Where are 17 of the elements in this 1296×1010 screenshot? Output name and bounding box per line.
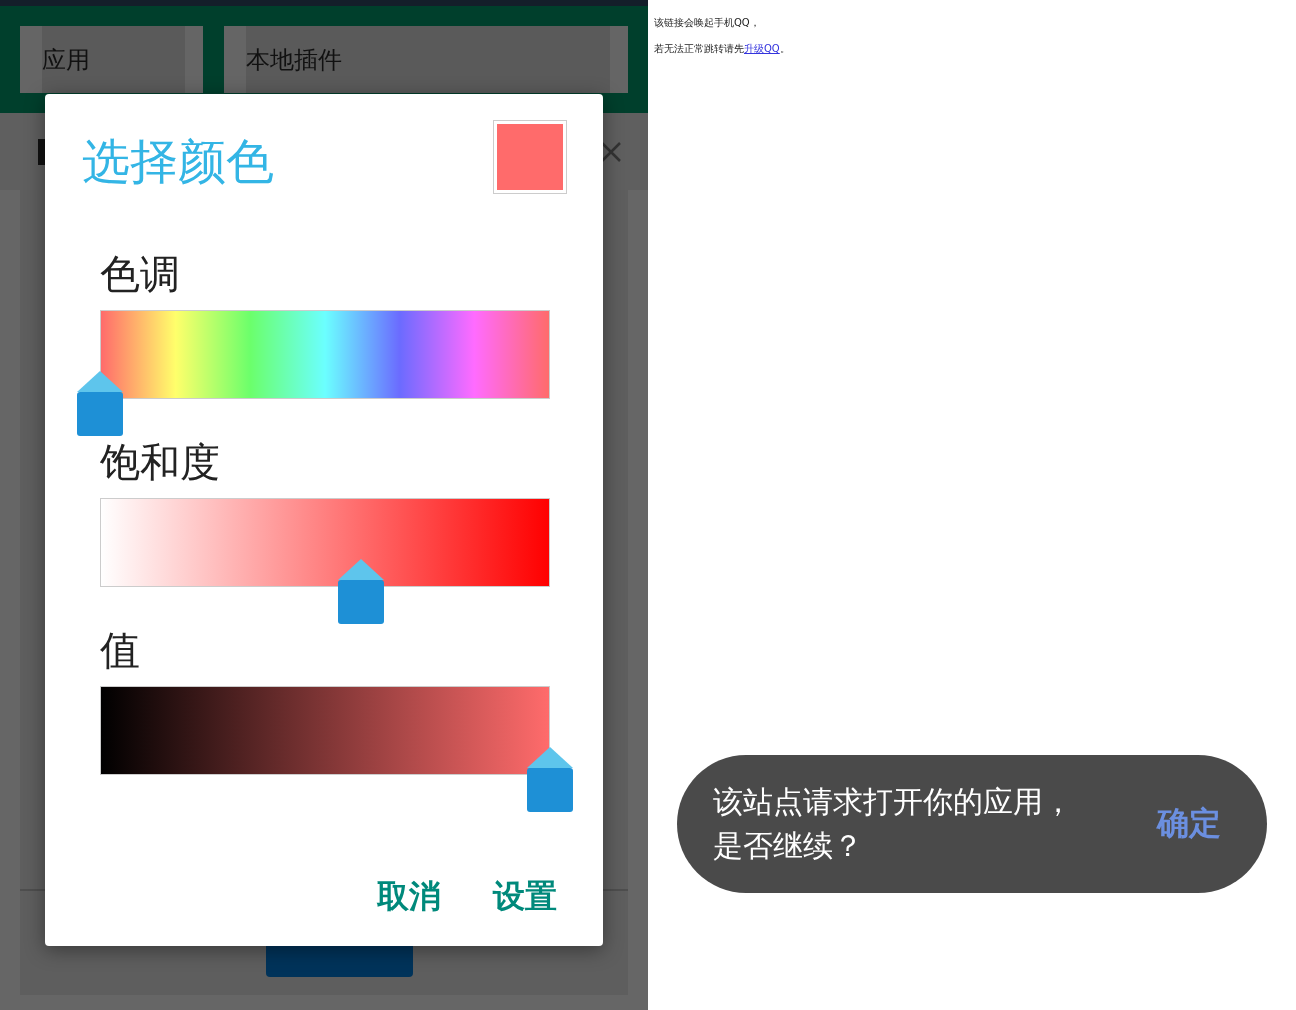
slider-thumb[interactable] bbox=[526, 746, 574, 814]
slider-thumb[interactable] bbox=[337, 558, 385, 626]
slider-label: 饱和度 bbox=[100, 438, 221, 486]
slider-label: 值 bbox=[100, 626, 141, 674]
dialog-title: 选择颜色 bbox=[82, 132, 274, 191]
dialog-button[interactable]: 设置 bbox=[493, 875, 557, 919]
page-text: 若无法正常跳转请先升级QQ。 bbox=[654, 42, 791, 56]
toast-message: 该站点请求打开你的应用，是否继续？ bbox=[713, 783, 1074, 865]
dialog-button[interactable]: 取消 bbox=[377, 875, 441, 919]
tab[interactable]: 本地插件 bbox=[224, 26, 628, 93]
tab[interactable]: 应用 bbox=[20, 26, 203, 93]
slider-thumb[interactable] bbox=[76, 370, 124, 438]
page-text: 该链接会唤起手机QQ， bbox=[654, 16, 761, 30]
close-icon[interactable] bbox=[600, 140, 622, 163]
upgrade-link[interactable]: 升级QQ bbox=[744, 43, 780, 54]
confirm-button[interactable]: 确定 bbox=[1157, 802, 1221, 846]
slider-label: 色调 bbox=[100, 250, 181, 298]
